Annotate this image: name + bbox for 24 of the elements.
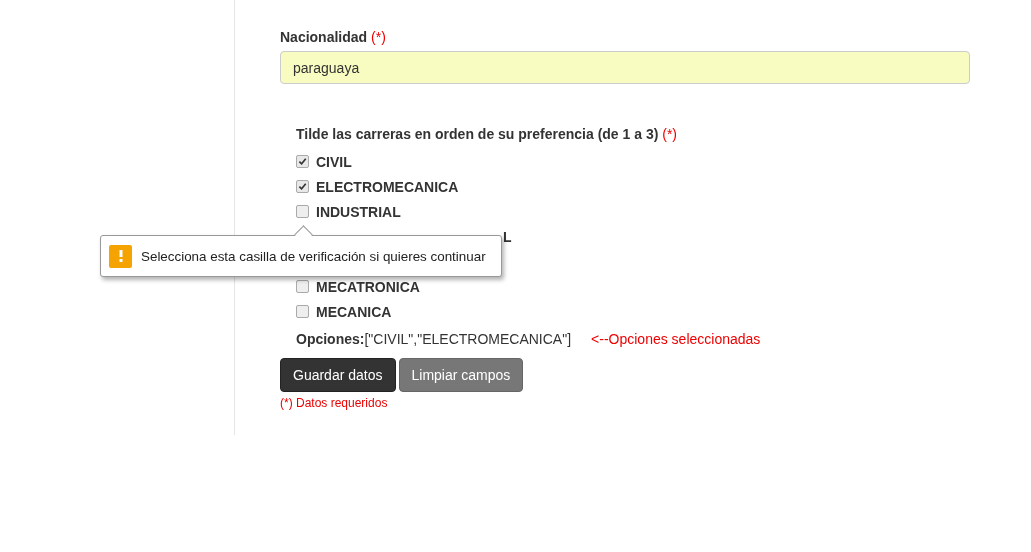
checkbox[interactable] <box>296 280 309 293</box>
warning-icon <box>109 244 132 268</box>
options-label: Opciones: <box>296 331 365 347</box>
checkbox-label[interactable]: MECANICA <box>316 303 392 320</box>
required-footnote: (*) Datos requeridos <box>280 396 389 410</box>
nationality-input-field[interactable]: paraguaya <box>280 51 970 84</box>
checkbox-label[interactable]: ELECTROMECANICA <box>316 178 459 195</box>
required-mark: (*) <box>371 29 386 45</box>
question-text: Tilde las carreras en orden de su preferencia (de 1 a 3) <box>296 126 659 142</box>
options-note: <--Opciones seleccionadas <box>591 331 761 347</box>
clear-button[interactable]: Limpiar campos <box>398 358 524 392</box>
checkbox-label[interactable]: INDUSTRIAL <box>316 203 401 220</box>
checkbox[interactable] <box>296 205 309 218</box>
checkbox[interactable] <box>296 180 309 193</box>
checkbox-label[interactable]: MECATRONICA <box>316 278 420 295</box>
required-mark: (*) <box>662 126 678 142</box>
save-button[interactable]: Guardar datos <box>280 358 396 392</box>
field-label: Nacionalidad <box>280 29 368 45</box>
checkbox-label[interactable]: CIVIL <box>316 153 352 170</box>
options-value: ["CIVIL","ELECTROMECANICA"] <box>364 331 572 347</box>
checkbox[interactable] <box>296 155 309 168</box>
checkbox-label: L <box>503 228 512 245</box>
checkbox[interactable] <box>296 305 309 318</box>
tooltip-text: Selecciona esta casilla de verificación si quieres continuar <box>141 248 486 264</box>
